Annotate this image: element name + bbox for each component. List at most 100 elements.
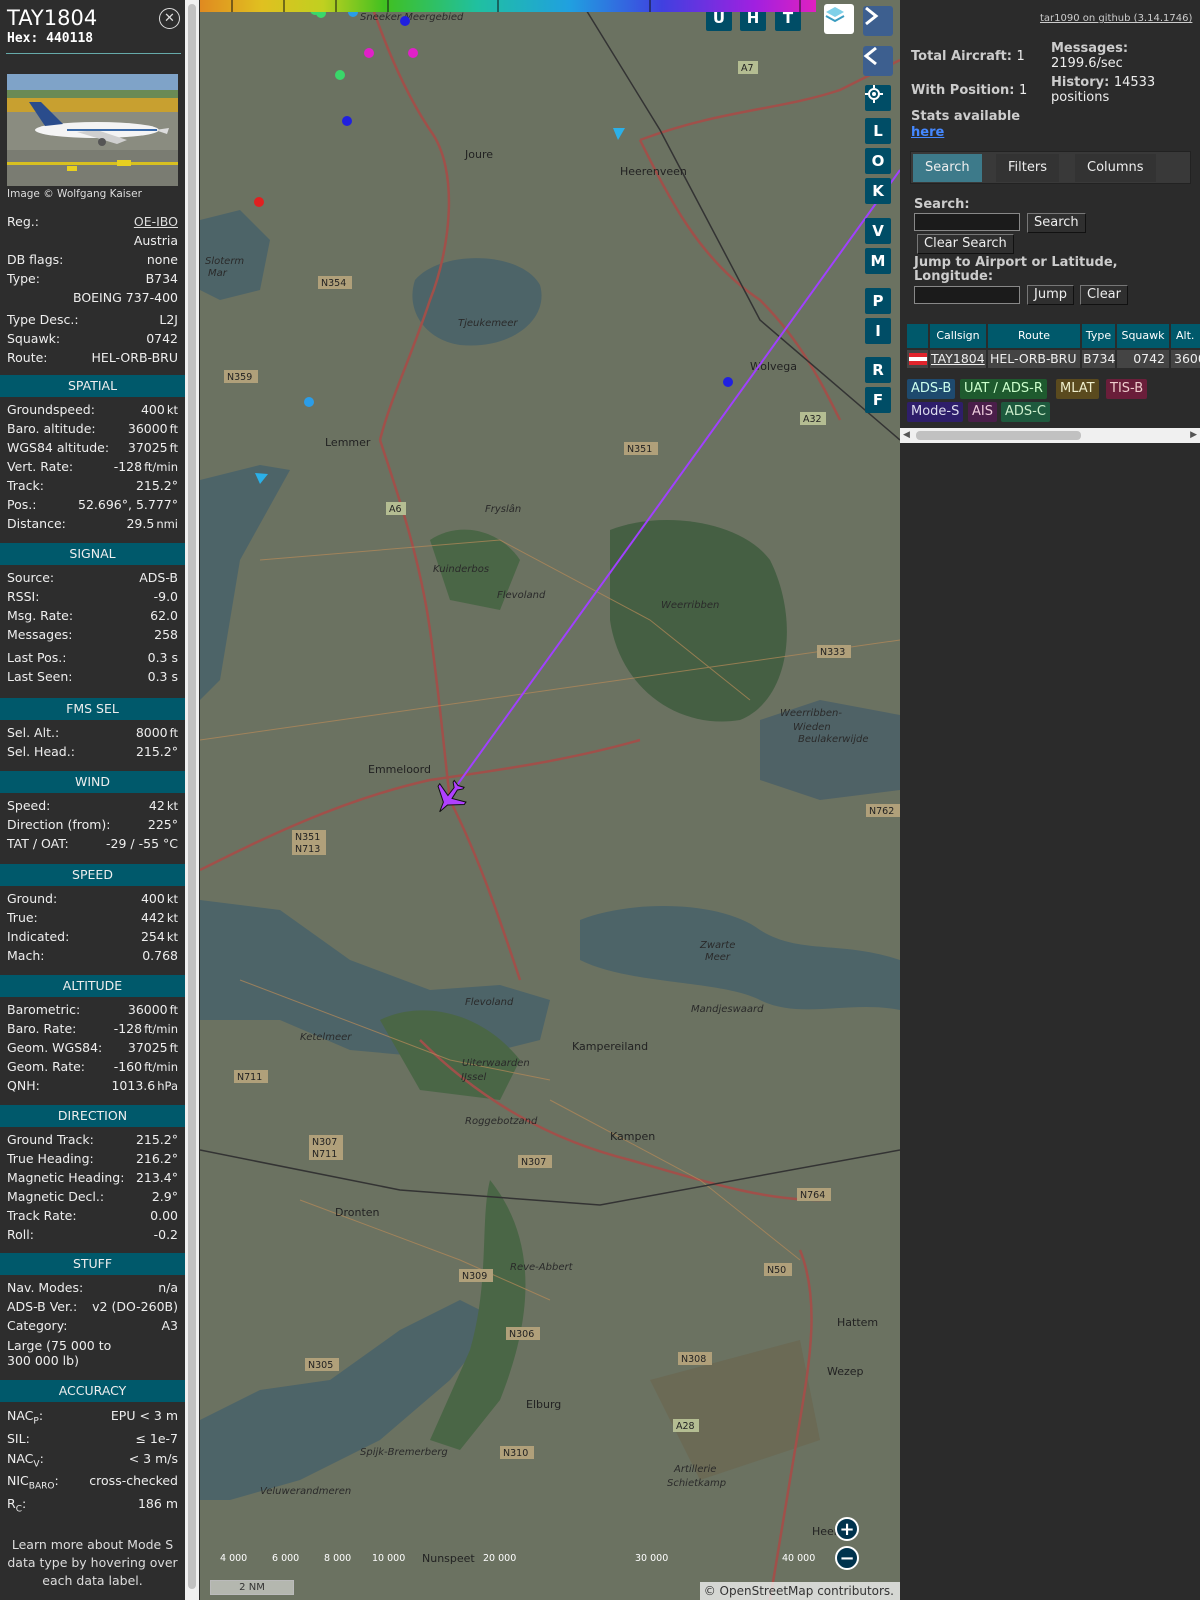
table-row-callsign[interactable]: TAY1804	[930, 350, 987, 368]
legend-badge-modes[interactable]: Mode-S	[907, 402, 964, 422]
svg-text:A7: A7	[741, 63, 754, 74]
squawk-value: 0742	[146, 331, 178, 346]
table-row-route: HEL-ORB-BRU	[988, 350, 1081, 368]
speed-unit: kt	[166, 911, 178, 925]
jump-button[interactable]: Jump	[1027, 285, 1074, 305]
expand-sidebar-icon[interactable]	[863, 6, 893, 36]
signal-label: RSSI:	[7, 589, 40, 604]
altitude-row: Barometric: 36000 ft	[7, 1002, 178, 1020]
nacv-label: NACV:	[7, 1451, 44, 1470]
clear-button[interactable]: Clear	[1080, 285, 1128, 305]
svg-text:Mandjeswaard: Mandjeswaard	[691, 1004, 764, 1015]
direction-value: 213.4°	[135, 1170, 178, 1185]
github-link[interactable]: tar1090 on github (3.14.1746)	[1040, 13, 1192, 24]
table-header-squawk[interactable]: Squawk	[1117, 324, 1170, 348]
stats-link[interactable]: here	[911, 125, 944, 140]
aircraft-table: Callsign Route Type Squawk Alt. TAY1804 …	[907, 324, 1200, 368]
wind-row: TAT / OAT: -29 / -55 °C	[7, 836, 178, 854]
table-header-route[interactable]: Route	[988, 324, 1081, 348]
svg-text:Weerribben: Weerribben	[661, 600, 719, 611]
spatial-unit: ft/min	[144, 460, 178, 474]
signal-row: RSSI: -9.0	[7, 589, 178, 607]
legend-badge-adsc[interactable]: ADS-C	[1001, 402, 1050, 422]
search-input[interactable]	[914, 213, 1020, 231]
spatial-row: Vert. Rate: -128 ft/min	[7, 459, 178, 477]
aircraft-photo[interactable]	[7, 74, 178, 186]
layers-icon[interactable]	[824, 4, 854, 34]
wind-value: 42 kt	[148, 798, 178, 813]
fms-label: Sel. Alt.:	[7, 725, 60, 740]
map-view[interactable]: Joure Heerenveen Wolvega Lemmer Emmeloor…	[200, 0, 900, 1600]
tab-filters[interactable]: Filters	[996, 154, 1059, 182]
spatial-row: Distance: 29.5 nmi	[7, 516, 178, 534]
reg-link[interactable]: OE-IBO	[134, 214, 178, 229]
tab-search[interactable]: Search	[913, 154, 982, 182]
scroll-left-icon[interactable]: ◀	[903, 430, 910, 440]
zoom-in-icon[interactable]: +	[835, 1517, 859, 1541]
altitude-label: QNH:	[7, 1078, 40, 1093]
reg-row: Reg.: OE-IBO	[7, 214, 178, 232]
map-button-v[interactable]: V	[865, 218, 891, 244]
sil-label: SIL:	[7, 1431, 30, 1446]
zoom-out-icon[interactable]: −	[835, 1546, 859, 1570]
search-button[interactable]: Search	[1027, 213, 1086, 233]
map-button-k[interactable]: K	[865, 178, 891, 204]
map-button-r[interactable]: R	[865, 357, 891, 383]
spatial-label: Track:	[7, 478, 44, 493]
direction-label: Magnetic Decl.:	[7, 1189, 105, 1204]
close-icon[interactable]: ✕	[159, 8, 180, 29]
table-scroll-thumb[interactable]	[916, 431, 1081, 440]
map-button-m[interactable]: M	[865, 248, 891, 274]
legend-badge-mlat[interactable]: MLAT	[1056, 379, 1099, 399]
squawk-label: Squawk:	[7, 331, 61, 346]
svg-text:N351: N351	[295, 832, 320, 843]
svg-text:IJssel: IJssel	[461, 1072, 486, 1083]
signal-row: Last Pos.: 0.3 s	[7, 650, 178, 668]
legend-badge-adsb[interactable]: ADS-B	[907, 379, 956, 399]
austria-flag-icon	[909, 353, 927, 365]
fms-label: Sel. Head.:	[7, 744, 75, 759]
map-button-l[interactable]: L	[865, 118, 891, 144]
svg-text:N306: N306	[509, 1329, 534, 1340]
squawk-row: Squawk: 0742	[7, 331, 178, 349]
svg-text:Wezep: Wezep	[827, 1365, 864, 1378]
signal-label: Source:	[7, 570, 55, 585]
scroll-right-icon[interactable]: ▶	[1190, 430, 1197, 440]
settings-gear-icon[interactable]	[865, 85, 891, 111]
sidebar-scrollbar-thumb[interactable]	[188, 4, 196, 1589]
clear-search-button[interactable]: Clear Search	[917, 234, 1014, 254]
altitude-row: Geom. Rate: -160 ft/min	[7, 1059, 178, 1077]
tab-columns[interactable]: Columns	[1075, 154, 1156, 182]
altitude-row: Baro. Rate: -128 ft/min	[7, 1021, 178, 1039]
map-button-f[interactable]: F	[865, 387, 891, 413]
map-button-p[interactable]: P	[865, 288, 891, 314]
svg-text:Flevoland: Flevoland	[465, 997, 514, 1008]
wind-value: -29 / -55 °C	[106, 836, 178, 851]
category-desc: Large (75 000 to 300 000 lb)	[7, 1338, 111, 1368]
legend-badge-uat[interactable]: UAT / ADS-R	[960, 379, 1047, 399]
osm-link[interactable]: OpenStreetMap	[720, 1584, 814, 1598]
legend-badge-tisb[interactable]: TIS-B	[1106, 379, 1148, 399]
direction-row: Track Rate: 0.00	[7, 1208, 178, 1226]
svg-text:Mar: Mar	[208, 268, 228, 279]
spatial-label: Distance:	[7, 516, 66, 531]
speed-row: Indicated: 254 kt	[7, 929, 178, 947]
table-row-flag	[907, 350, 929, 368]
wind-label: Direction (from):	[7, 817, 111, 832]
svg-text:N711: N711	[312, 1149, 337, 1160]
speed-label: Indicated:	[7, 929, 70, 944]
jump-input[interactable]	[914, 286, 1020, 304]
table-header-alt[interactable]: Alt.	[1171, 324, 1200, 348]
legend-badge-ais[interactable]: AIS	[968, 402, 997, 422]
svg-text:A28: A28	[676, 1421, 695, 1432]
map-canvas[interactable]: Joure Heerenveen Wolvega Lemmer Emmeloor…	[200, 0, 900, 1600]
nic-label: NICBARO:	[7, 1473, 59, 1492]
table-header-type[interactable]: Type	[1082, 324, 1116, 348]
direction-row: Ground Track: 215.2°	[7, 1132, 178, 1150]
table-header-callsign[interactable]: Callsign	[930, 324, 987, 348]
map-button-i[interactable]: I	[865, 318, 891, 344]
table-horizontal-scrollbar[interactable]: ◀ ▶	[900, 428, 1200, 443]
map-button-o[interactable]: O	[865, 148, 891, 174]
collapse-sidebar-icon[interactable]	[863, 46, 893, 76]
wind-label: Speed:	[7, 798, 51, 813]
